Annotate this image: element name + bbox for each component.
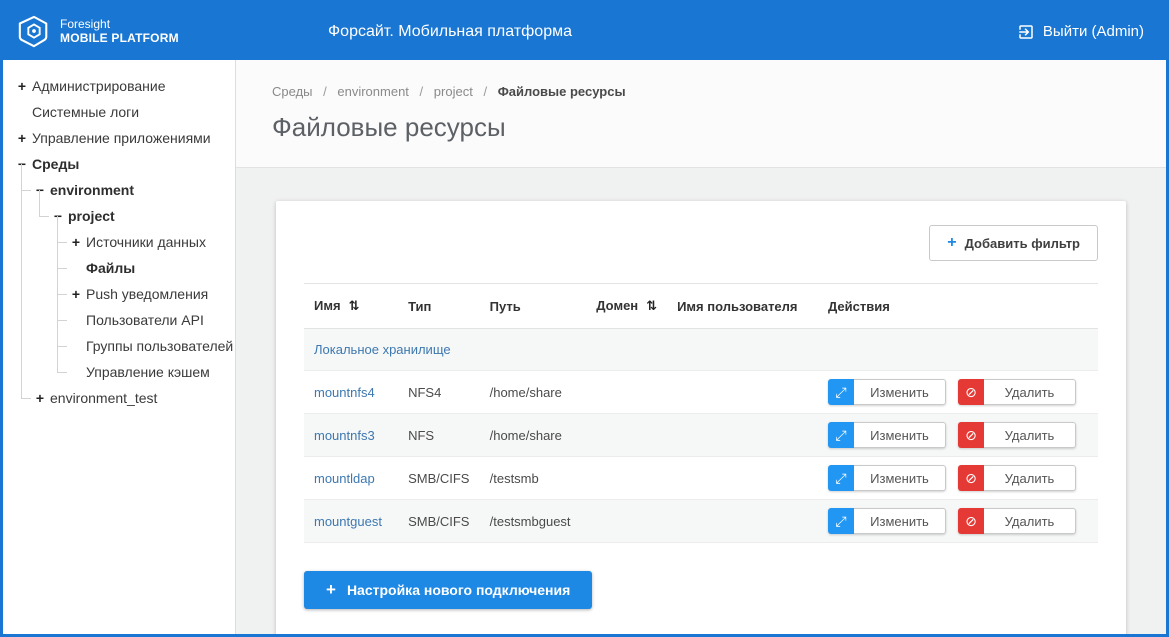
resource-user (667, 414, 818, 457)
delete-button[interactable]: ⊘ Удалить (958, 465, 1076, 491)
resource-path: /home/share (480, 371, 587, 414)
app-title: Форсайт. Мобильная платформа (328, 3, 572, 60)
sort-icon[interactable]: ⇅ (349, 298, 360, 313)
expand-toggle-icon[interactable]: + (15, 78, 29, 94)
plus-icon: + (326, 580, 336, 600)
expand-toggle-icon[interactable]: + (15, 130, 29, 146)
resource-name-link[interactable]: mountnfs4 (314, 385, 375, 400)
sidebar-item-environments[interactable]: − Среды (3, 151, 235, 177)
sidebar-item-system-logs[interactable]: Системные логи (3, 99, 235, 125)
column-header-path: Путь (480, 284, 587, 329)
resource-domain (586, 414, 667, 457)
column-header-domain[interactable]: Домен⇅ (586, 284, 667, 329)
edit-icon: ⤢ (828, 422, 854, 448)
breadcrumb-separator: / (420, 84, 424, 99)
edit-button[interactable]: ⤢ Изменить (828, 422, 946, 448)
resource-name-link[interactable]: mountguest (314, 514, 382, 529)
top-bar: Foresight MOBILE PLATFORM Форсайт. Мобил… (3, 3, 1166, 60)
column-header-actions: Действия (818, 284, 1098, 329)
logout-icon (1017, 23, 1035, 41)
delete-icon: ⊘ (958, 508, 984, 534)
delete-icon: ⊘ (958, 465, 984, 491)
table-row: mountldap SMB/CIFS /testsmb ⤢ Изменить (304, 457, 1098, 500)
breadcrumb-separator: / (323, 84, 327, 99)
resource-name-link[interactable]: mountnfs3 (314, 428, 375, 443)
sidebar-item-app-management[interactable]: + Управление приложениями (3, 125, 235, 151)
sidebar-item-environment[interactable]: − environment (3, 177, 235, 203)
resource-path: /testsmbguest (480, 500, 587, 543)
logout-label: Выйти (Admin) (1043, 23, 1144, 40)
content-area: + Добавить фильтр Имя⇅ (236, 168, 1166, 634)
sidebar-item-api-users[interactable]: Пользователи API (3, 307, 235, 333)
group-row-local-storage: Локальное хранилище (304, 329, 1098, 371)
sidebar-item-files[interactable]: Файлы (3, 255, 235, 281)
resource-type: SMB/CIFS (398, 457, 480, 500)
edit-button[interactable]: ⤢ Изменить (828, 508, 946, 534)
delete-button[interactable]: ⊘ Удалить (958, 379, 1076, 405)
column-header-name[interactable]: Имя⇅ (304, 284, 398, 329)
local-storage-link[interactable]: Локальное хранилище (314, 342, 451, 357)
resource-domain (586, 457, 667, 500)
column-header-type: Тип (398, 284, 480, 329)
breadcrumb-project[interactable]: project (434, 84, 473, 99)
resource-domain (586, 371, 667, 414)
expand-toggle-icon[interactable]: + (69, 234, 83, 250)
resource-type: NFS (398, 414, 480, 457)
delete-button[interactable]: ⊘ Удалить (958, 508, 1076, 534)
sidebar-item-administration[interactable]: + Администрирование (3, 73, 235, 99)
edit-icon: ⤢ (828, 508, 854, 534)
sidebar-item-user-groups[interactable]: Группы пользователей (3, 333, 235, 359)
resource-type: SMB/CIFS (398, 500, 480, 543)
delete-button[interactable]: ⊘ Удалить (958, 422, 1076, 448)
brand-subtitle: MOBILE PLATFORM (60, 32, 179, 46)
resource-path: /testsmb (480, 457, 587, 500)
sidebar-item-environment-test[interactable]: + environment_test (3, 385, 235, 411)
edit-button[interactable]: ⤢ Изменить (828, 465, 946, 491)
column-header-username: Имя пользователя (667, 284, 818, 329)
file-resources-card: + Добавить фильтр Имя⇅ (276, 201, 1126, 634)
resource-name-link[interactable]: mountldap (314, 471, 375, 486)
breadcrumb: Среды / environment / project / Файловые… (272, 84, 1130, 99)
main-area: Среды / environment / project / Файловые… (236, 60, 1166, 634)
breadcrumb-environments[interactable]: Среды (272, 84, 313, 99)
sidebar-item-project[interactable]: − project (3, 203, 235, 229)
expand-toggle-icon[interactable]: + (33, 390, 47, 406)
app-window: Foresight MOBILE PLATFORM Форсайт. Мобил… (0, 0, 1169, 637)
edit-button[interactable]: ⤢ Изменить (828, 379, 946, 405)
plus-icon: + (947, 234, 956, 252)
page-header: Среды / environment / project / Файловые… (236, 60, 1166, 168)
table-row: mountnfs3 NFS /home/share ⤢ Изменить (304, 414, 1098, 457)
sidebar-item-data-sources[interactable]: + Источники данных (3, 229, 235, 255)
table-row: mountguest SMB/CIFS /testsmbguest ⤢ Изме… (304, 500, 1098, 543)
foresight-hexagon-icon (17, 15, 51, 49)
edit-icon: ⤢ (828, 379, 854, 405)
breadcrumb-file-resources: Файловые ресурсы (498, 84, 626, 99)
resource-user (667, 500, 818, 543)
delete-icon: ⊘ (958, 422, 984, 448)
resource-type: NFS4 (398, 371, 480, 414)
expand-toggle-icon[interactable]: + (69, 286, 83, 302)
resource-user (667, 457, 818, 500)
file-resources-table: Имя⇅ Тип Путь Домен⇅ Имя пользователя Де… (304, 283, 1098, 543)
resource-path: /home/share (480, 414, 587, 457)
page-title: Файловые ресурсы (272, 112, 1130, 143)
breadcrumb-separator: / (483, 84, 487, 99)
delete-icon: ⊘ (958, 379, 984, 405)
table-row: mountnfs4 NFS4 /home/share ⤢ Изменить (304, 371, 1098, 414)
brand-name: Foresight (60, 18, 179, 32)
new-connection-button[interactable]: + Настройка нового подключения (304, 571, 592, 609)
resource-domain (586, 500, 667, 543)
logout-button[interactable]: Выйти (Admin) (1017, 3, 1144, 60)
brand-logo: Foresight MOBILE PLATFORM (3, 15, 236, 49)
breadcrumb-environment[interactable]: environment (337, 84, 409, 99)
sidebar-item-push-notifications[interactable]: + Push уведомления (3, 281, 235, 307)
sidebar-item-cache-management[interactable]: Управление кэшем (3, 359, 235, 385)
sort-icon[interactable]: ⇅ (646, 298, 657, 313)
resource-user (667, 371, 818, 414)
edit-icon: ⤢ (828, 465, 854, 491)
sidebar-nav: + Администрирование Системные логи + Упр… (3, 60, 236, 634)
add-filter-button[interactable]: + Добавить фильтр (929, 225, 1098, 261)
